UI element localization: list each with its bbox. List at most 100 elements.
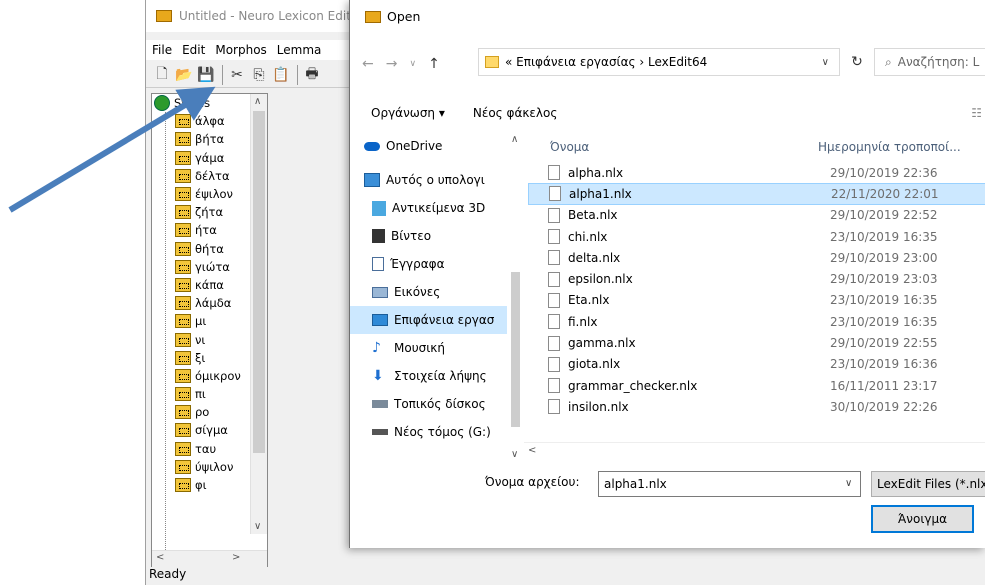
tree-item[interactable]: ταυ [152,440,252,458]
file-row[interactable]: Eta.nlx 23/10/2019 16:35 [528,290,985,311]
nav-item-desktop[interactable]: Επιφάνεια εργασ [350,306,524,334]
tree-item[interactable]: άλφα [152,112,252,130]
scroll-down-icon[interactable]: ∨ [511,449,518,460]
file-row[interactable]: delta.nlx 29/10/2019 23:00 [528,247,985,268]
refresh-icon[interactable]: ↻ [842,48,872,76]
search-box[interactable]: ⌕ Αναζήτηση: L [874,48,985,76]
address-bar[interactable]: « Επιφάνεια εργασίας › LexEdit64 ∨ [478,48,840,76]
nav-item-3d-objects[interactable]: Αντικείμενα 3D [350,194,524,222]
recent-locations-icon[interactable]: ∨ [409,59,416,69]
back-icon[interactable]: ← [362,56,374,72]
app-title: Untitled - Neuro Lexicon Edit [179,9,351,23]
menu-lemma[interactable]: Lemma [271,43,326,57]
tree-item[interactable]: έψιλον [152,185,252,203]
file-name: alpha1.nlx [569,186,632,201]
scroll-left-icon[interactable]: < [156,552,164,563]
menu-edit[interactable]: Edit [176,43,209,57]
folder-icon [175,114,191,129]
file-date: 23/10/2019 16:36 [830,357,938,372]
nav-item-documents[interactable]: Έγγραφα [350,250,524,278]
folder-icon [175,423,191,438]
tree-item[interactable]: πι [152,385,252,403]
copy-icon[interactable]: ⎘ [249,65,269,85]
cut-icon[interactable]: ✂ [227,65,247,85]
folder-icon [175,168,191,183]
nav-item-videos[interactable]: Βίντεο [350,222,524,250]
open-button[interactable]: Άνοιγμα [871,505,974,533]
tree-item[interactable]: σίγμα [152,421,252,439]
nav-item-pictures[interactable]: Εικόνες [350,278,524,306]
nav-item-this-pc[interactable]: Αυτός ο υπολογι [350,166,524,194]
menu-morphos[interactable]: Morphos [209,43,270,57]
file-row[interactable]: grammar_checker.nlx 16/11/2011 23:17 [528,375,985,396]
file-row[interactable]: giota.nlx 23/10/2019 16:36 [528,354,985,375]
organize-button[interactable]: Οργάνωση ▾ [371,106,445,120]
tree-item[interactable]: γιώτα [152,258,252,276]
file-row[interactable]: alpha.nlx 29/10/2019 22:36 [528,162,985,183]
file-row[interactable]: insilon.nlx 30/10/2019 22:26 [528,396,985,417]
folder-icon [175,387,191,402]
column-header-name[interactable]: Όνομα [528,140,818,154]
tree-item[interactable]: κάπα [152,276,252,294]
tree-vertical-scrollbar[interactable]: ∧ ∨ [250,94,267,534]
tree-item-label: νι [195,332,206,347]
new-folder-button[interactable]: Νέος φάκελος [473,106,558,120]
column-header-date[interactable]: Ημερομηνία τροποποί... [818,140,961,154]
scroll-up-icon[interactable]: ∧ [254,96,261,107]
scroll-thumb[interactable] [511,272,520,427]
file-type-filter[interactable]: LexEdit Files (*.nlx) [871,471,985,497]
tree-item-label: ρο [195,405,210,420]
nav-item-label: Επιφάνεια εργασ [394,313,495,327]
chevron-down-icon[interactable]: ∨ [822,57,829,68]
file-list-horizontal-scrollbar[interactable]: < [524,442,985,459]
new-file-icon[interactable]: 🗋 [152,65,172,85]
tree-horizontal-scrollbar[interactable]: < > [152,550,267,567]
up-icon[interactable]: ↑ [428,56,440,72]
file-name: delta.nlx [568,250,621,265]
tree-item[interactable]: γάμα [152,149,252,167]
tree-item[interactable]: δέλτα [152,167,252,185]
menu-file[interactable]: File [146,43,176,57]
tree-root[interactable]: Stems [152,94,252,112]
nav-item-label: Τοπικός δίσκος [394,397,486,411]
file-row[interactable]: epsilon.nlx 29/10/2019 23:03 [528,268,985,289]
view-options-icon[interactable]: ☷ [971,106,982,120]
tree-item[interactable]: ζήτα [152,203,252,221]
save-icon[interactable]: 💾 [196,65,216,85]
tree-item[interactable]: ήτα [152,221,252,239]
nav-item-music[interactable]: ♪ Μουσική [350,334,524,362]
nav-item-new-volume[interactable]: Νέος τόμος (G:) [350,418,524,446]
file-row-selected[interactable]: alpha1.nlx 22/11/2020 22:01 [528,183,985,205]
print-icon[interactable]: 🖶 [302,65,322,85]
tree-item[interactable]: όμικρον [152,367,252,385]
scroll-right-icon[interactable]: > [232,552,240,563]
folder-icon [175,259,191,274]
file-row[interactable]: gamma.nlx 29/10/2019 22:55 [528,332,985,353]
file-row[interactable]: fi.nlx 23/10/2019 16:35 [528,311,985,332]
tree-item[interactable]: θήτα [152,240,252,258]
chevron-down-icon[interactable]: ∨ [845,478,852,489]
tree-item[interactable]: φι [152,476,252,494]
file-row[interactable]: Beta.nlx 29/10/2019 22:52 [528,205,985,226]
open-folder-icon[interactable]: 📂 [174,65,194,85]
tree-item[interactable]: ξι [152,349,252,367]
file-row[interactable]: chi.nlx 23/10/2019 16:35 [528,226,985,247]
tree-item[interactable]: ύψιλον [152,458,252,476]
stems-tree[interactable]: Stems άλφα βήτα γάμα δέλτα έψιλον ζήτα ή… [151,93,268,568]
paste-icon[interactable]: 📋 [271,65,291,85]
scroll-down-icon[interactable]: ∨ [254,521,261,532]
nav-item-downloads[interactable]: ⬇ Στοιχεία λήψης [350,362,524,390]
scroll-thumb[interactable] [253,111,265,453]
tree-item[interactable]: ρο [152,403,252,421]
tree-item[interactable]: νι [152,330,252,348]
scroll-up-icon[interactable]: ∧ [511,134,518,145]
tree-item[interactable]: λάμδα [152,294,252,312]
nav-item-onedrive[interactable]: OneDrive [350,132,524,160]
filename-input[interactable]: alpha1.nlx [598,471,861,497]
nav-item-local-disk[interactable]: Τοπικός δίσκος [350,390,524,418]
tree-item[interactable]: βήτα [152,130,252,148]
forward-icon[interactable]: → [386,56,398,72]
nav-pane-scrollbar[interactable]: ∧ ∨ [507,132,524,462]
tree-item[interactable]: μι [152,312,252,330]
scroll-left-icon[interactable]: < [528,445,536,456]
